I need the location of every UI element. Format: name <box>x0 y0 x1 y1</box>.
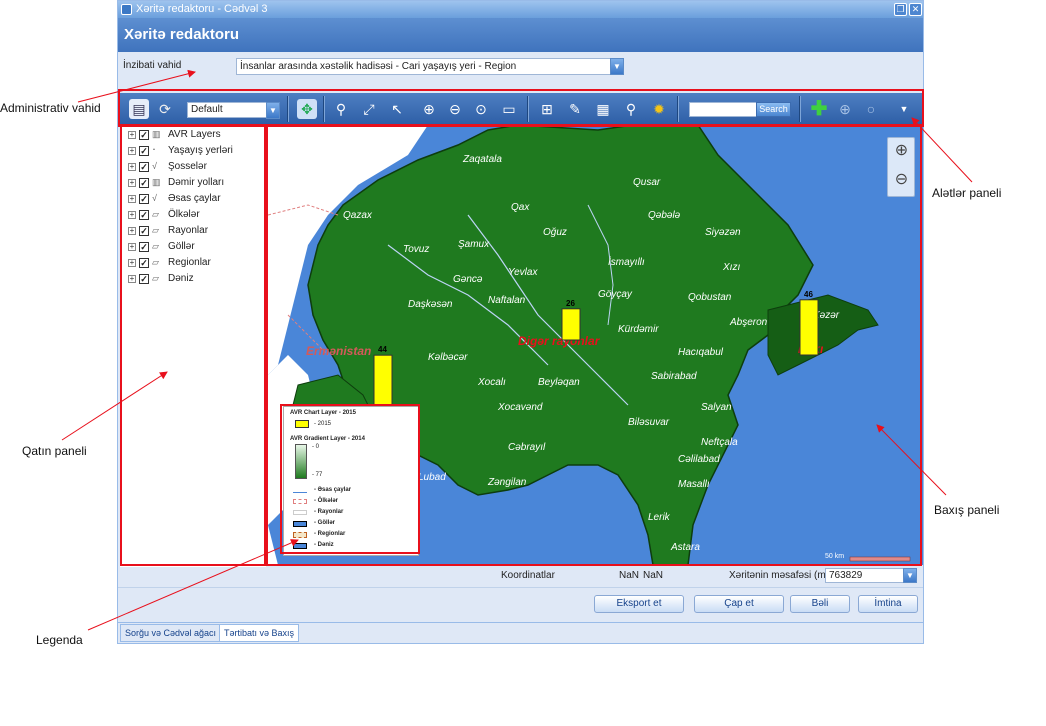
annotation-legend: Legenda <box>36 633 83 647</box>
annotation-toolbar: Alətlər paneli <box>932 186 1002 200</box>
annotation-view: Baxış paneli <box>934 503 1000 517</box>
annotation-arrows <box>61 69 973 631</box>
annotation-admin: Administrativ vahid <box>0 101 101 115</box>
annotation-layers: Qatın paneli <box>22 444 87 458</box>
